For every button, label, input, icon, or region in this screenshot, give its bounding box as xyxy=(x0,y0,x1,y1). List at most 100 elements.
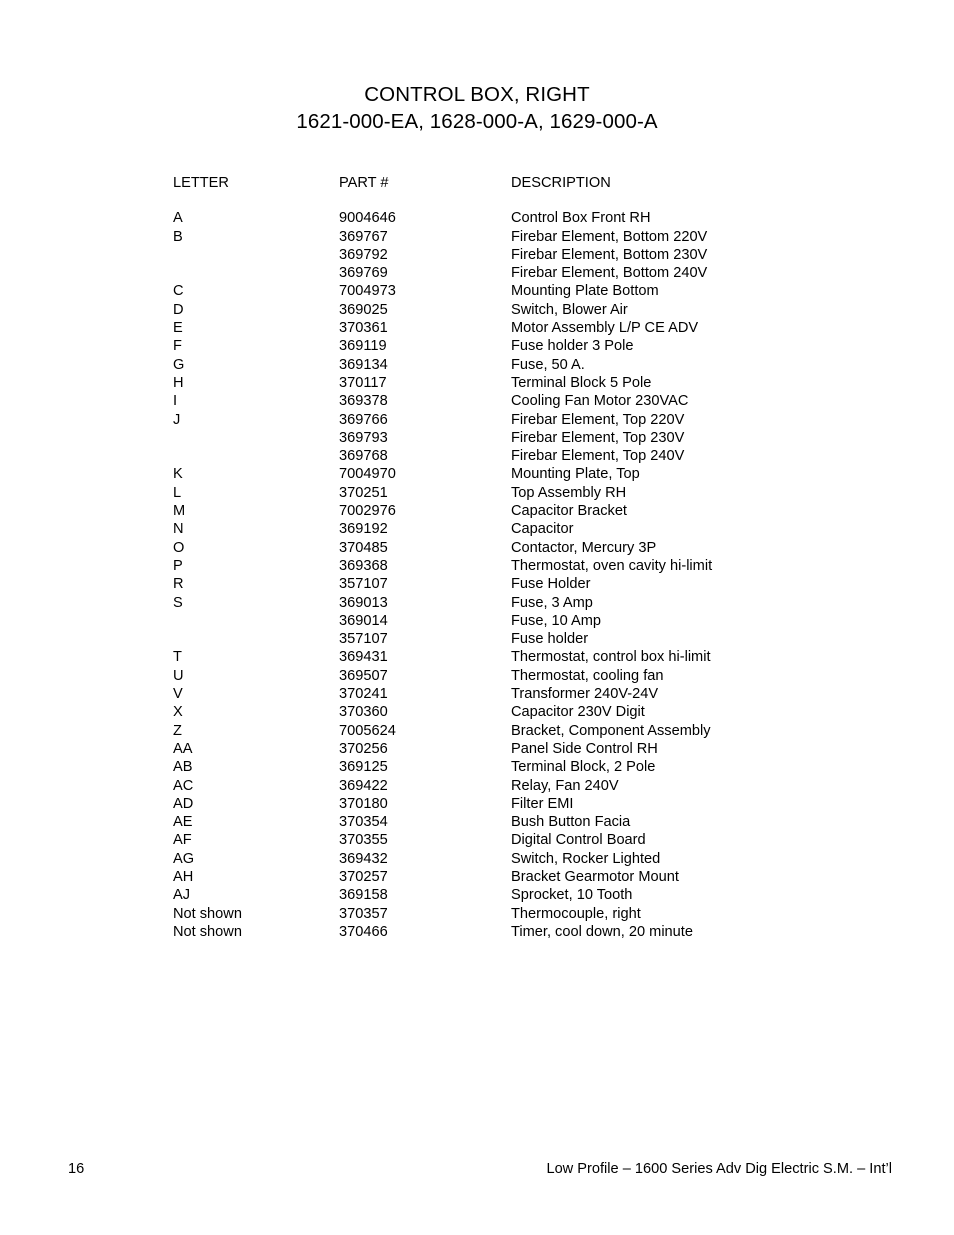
cell-letter: AA xyxy=(173,740,193,757)
header-spacer-cell xyxy=(511,192,873,209)
table-header-row: LETTER PART # DESCRIPTION xyxy=(173,174,873,192)
cell-part-number: 369025 xyxy=(339,301,388,318)
cell-description: Thermostat, cooling fan xyxy=(511,667,664,684)
parts-list-table: LETTER PART # DESCRIPTION A 9004646 Contro… xyxy=(173,174,873,941)
table-row: G 369134 Fuse, 50 A. xyxy=(173,356,873,374)
table-row: AJ 369158 Sprocket, 10 Tooth xyxy=(173,886,873,904)
table-row: O 370485 Contactor, Mercury 3P xyxy=(173,539,873,557)
cell-letter: Not shown xyxy=(173,923,242,940)
cell-description: Fuse, 50 A. xyxy=(511,356,585,373)
table-row: AB 369125 Terminal Block, 2 Pole xyxy=(173,758,873,776)
cell-description: Sprocket, 10 Tooth xyxy=(511,887,633,904)
cell-letter: X xyxy=(173,704,183,721)
cell-letter: B xyxy=(173,228,183,245)
cell-part-number: 369793 xyxy=(339,429,388,446)
table-row: 369768 Firebar Element, Top 240V xyxy=(173,447,873,465)
cell-part-number: 369014 xyxy=(339,612,388,629)
cell-part-number: 370355 xyxy=(339,832,388,849)
cell-description: Transformer 240V-24V xyxy=(511,686,659,703)
table-row: AE 370354 Bush Button Facia xyxy=(173,813,873,831)
cell-description: Firebar Element, Bottom 240V xyxy=(511,265,708,282)
cell-description: Fuse holder xyxy=(511,631,589,648)
table-row: J 369766 Firebar Element, Top 220V xyxy=(173,411,873,429)
table-row: M 7002976 Capacitor Bracket xyxy=(173,502,873,520)
table-row: R 357107 Fuse Holder xyxy=(173,575,873,593)
cell-description: Switch, Rocker Lighted xyxy=(511,850,661,867)
column-header-part: PART # xyxy=(339,175,389,191)
cell-letter: S xyxy=(173,594,183,611)
cell-description: Digital Control Board xyxy=(511,832,646,849)
cell-part-number: 369792 xyxy=(339,246,388,263)
header-spacer-cell xyxy=(173,192,339,209)
table-row: L 370251 Top Assembly RH xyxy=(173,484,873,502)
cell-description: Firebar Element, Top 230V xyxy=(511,429,685,446)
cell-description: Control Box Front RH xyxy=(511,210,651,227)
cell-part-number: 369431 xyxy=(339,649,388,666)
table-row: AA 370256 Panel Side Control RH xyxy=(173,740,873,758)
cell-letter xyxy=(173,429,339,447)
cell-description: Thermostat, oven cavity hi-limit xyxy=(511,557,713,574)
cell-description: Terminal Block, 2 Pole xyxy=(511,759,656,776)
cell-part-number: 370256 xyxy=(339,740,388,757)
cell-part-number: 369125 xyxy=(339,759,388,776)
table-row: H 370117 Terminal Block 5 Pole xyxy=(173,374,873,392)
cell-part-number: 370180 xyxy=(339,795,388,812)
table-row: P 369368 Thermostat, oven cavity hi-limit xyxy=(173,557,873,575)
cell-letter: Z xyxy=(173,722,182,739)
document-page: CONTROL BOX, RIGHT 1621-000-EA, 1628-000… xyxy=(0,0,954,1235)
cell-letter: V xyxy=(173,686,183,703)
table-row: AG 369432 Switch, Rocker Lighted xyxy=(173,850,873,868)
cell-letter xyxy=(173,246,339,264)
table-row: AD 370180 Filter EMI xyxy=(173,795,873,813)
cell-letter: A xyxy=(173,210,183,227)
table-row: 369769 Firebar Element, Bottom 240V xyxy=(173,264,873,282)
cell-letter: C xyxy=(173,283,184,300)
cell-letter: AD xyxy=(173,795,194,812)
cell-description: Fuse Holder xyxy=(511,576,591,593)
page-footer: 16 Low Profile – 1600 Series Adv Dig Ele… xyxy=(0,1158,954,1180)
cell-part-number: 370485 xyxy=(339,539,388,556)
table-row: X 370360 Capacitor 230V Digit xyxy=(173,703,873,721)
cell-letter: F xyxy=(173,338,182,355)
table-row: AH 370257 Bracket Gearmotor Mount xyxy=(173,868,873,886)
table-row: I 369378 Cooling Fan Motor 230VAC xyxy=(173,392,873,410)
cell-part-number: 9004646 xyxy=(339,210,396,227)
cell-description: Thermostat, control box hi-limit xyxy=(511,649,711,666)
cell-description: Mounting Plate, Top xyxy=(511,466,640,483)
cell-letter: D xyxy=(173,301,184,318)
cell-letter: AF xyxy=(173,832,192,849)
cell-part-number: 370466 xyxy=(339,923,388,940)
cell-letter: N xyxy=(173,521,184,538)
cell-letter: E xyxy=(173,320,183,337)
cell-description: Thermocouple, right xyxy=(511,905,641,922)
cell-description: Terminal Block 5 Pole xyxy=(511,374,652,391)
cell-letter: AB xyxy=(173,759,193,776)
cell-part-number: 369507 xyxy=(339,667,388,684)
table-row: 369014 Fuse, 10 Amp xyxy=(173,612,873,630)
cell-description: Mounting Plate Bottom xyxy=(511,283,659,300)
cell-description: Firebar Element, Bottom 230V xyxy=(511,246,708,263)
cell-letter xyxy=(173,447,339,465)
table-row: Z 7005624 Bracket, Component Assembly xyxy=(173,722,873,740)
table-row: C 7004973 Mounting Plate Bottom xyxy=(173,282,873,300)
table-row: Not shown 370466 Timer, cool down, 20 minu… xyxy=(173,923,873,941)
table-row: U 369507 Thermostat, cooling fan xyxy=(173,667,873,685)
cell-part-number: 369769 xyxy=(339,265,388,282)
cell-part-number: 369192 xyxy=(339,521,388,538)
cell-letter: H xyxy=(173,374,184,391)
cell-part-number: 369134 xyxy=(339,356,388,373)
cell-letter: O xyxy=(173,539,185,556)
table-row: AC 369422 Relay, Fan 240V xyxy=(173,777,873,795)
cell-letter: G xyxy=(173,356,185,373)
table-row: 357107 Fuse holder xyxy=(173,630,873,648)
table-row: B 369767 Firebar Element, Bottom 220V xyxy=(173,228,873,246)
title-line-2: 1621-000-EA, 1628-000-A, 1629-000-A xyxy=(296,110,658,133)
cell-description: Capacitor xyxy=(511,521,574,538)
cell-description: Firebar Element, Bottom 220V xyxy=(511,228,708,245)
cell-letter: AH xyxy=(173,868,194,885)
header-spacer xyxy=(173,192,873,209)
table-body: A 9004646 Control Box Front RH B 369767 Fireb… xyxy=(173,209,873,941)
cell-part-number: 369378 xyxy=(339,393,388,410)
cell-letter: T xyxy=(173,649,182,666)
cell-letter: L xyxy=(173,484,182,501)
